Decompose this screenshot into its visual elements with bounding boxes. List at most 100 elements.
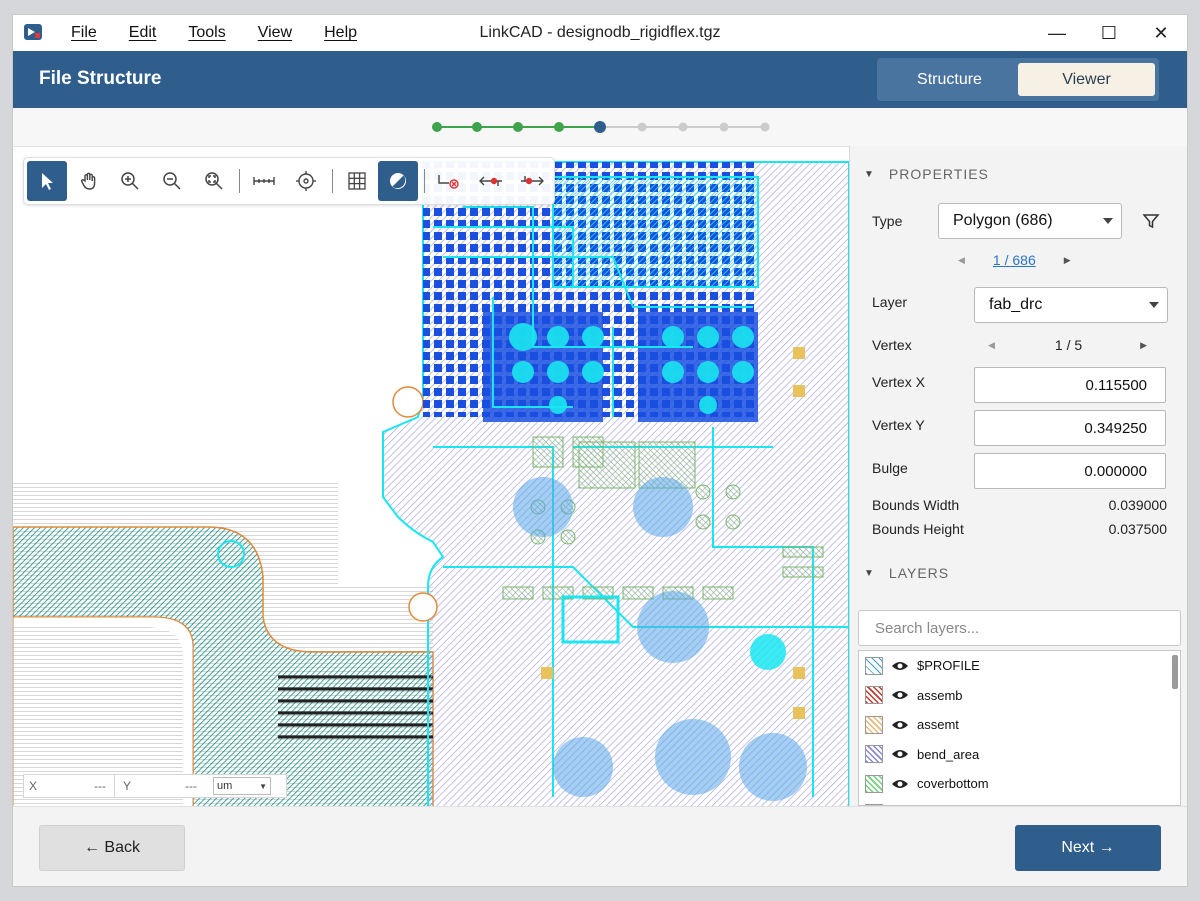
layer-select-value: fab_drc — [989, 296, 1043, 313]
step-dot-7 — [678, 122, 688, 132]
type-select[interactable]: Polygon (686) — [938, 203, 1122, 239]
eye-icon[interactable] — [891, 778, 909, 790]
layer-swatch — [865, 686, 883, 705]
menu-view[interactable]: View — [258, 24, 292, 42]
vertex-y-label: Vertex Y — [872, 417, 925, 433]
layer-name: assemt — [917, 717, 959, 733]
layers-section-header[interactable]: ▼ LAYERS — [864, 565, 949, 581]
trace-back-icon[interactable] — [471, 161, 511, 201]
next-element-icon[interactable]: ▶ — [1064, 255, 1071, 266]
clear-connection-icon[interactable] — [429, 161, 469, 201]
layer-row[interactable]: bend_area — [859, 740, 1180, 770]
fill-contrast-icon[interactable] — [378, 161, 419, 201]
footer-bar: ← Back Next → — [13, 806, 1187, 886]
cyan-test-point — [750, 634, 786, 670]
bounds-width-label: Bounds Width — [872, 497, 960, 513]
layer-row[interactable]: $PROFILE — [859, 651, 1180, 681]
step-dot-current — [594, 121, 606, 133]
step-dot-2 — [472, 122, 482, 132]
tab-viewer[interactable]: Viewer — [1018, 63, 1155, 96]
pcb-viewer-canvas[interactable]: X --- Y --- um ▼ — [13, 146, 849, 806]
zoom-out-icon[interactable] — [152, 161, 192, 201]
target-crosshair-icon[interactable] — [286, 161, 326, 201]
bounds-height-value: 0.037500 — [1108, 521, 1167, 537]
menu-tools[interactable]: Tools — [188, 24, 225, 42]
layer-row[interactable]: coverbottom — [859, 769, 1180, 799]
collapse-triangle-icon: ▼ — [864, 168, 875, 180]
back-button[interactable]: ← Back — [39, 825, 185, 871]
y-coord-value: --- — [185, 779, 197, 793]
chevron-down-icon — [1149, 302, 1159, 308]
zoom-in-icon[interactable] — [110, 161, 150, 201]
element-pager: ◀ 1 / 686 ▶ — [958, 252, 1071, 268]
pcb-drawing — [13, 161, 849, 806]
next-vertex-icon[interactable]: ▶ — [1140, 340, 1147, 351]
app-logo-icon — [24, 24, 42, 40]
vertex-x-input[interactable]: 0.115500 — [974, 367, 1166, 403]
page-title: File Structure — [39, 68, 162, 89]
next-button[interactable]: Next → — [1015, 825, 1161, 871]
layer-label: Layer — [872, 294, 908, 310]
view-switch: Structure Viewer — [877, 58, 1159, 101]
close-button[interactable]: ✕ — [1135, 15, 1187, 51]
mount-hole-top — [392, 386, 424, 418]
unit-value: um — [217, 780, 233, 792]
app-window: File Edit Tools View Help LinkCAD - desi… — [12, 14, 1188, 887]
maximize-button[interactable]: ☐ — [1083, 15, 1135, 51]
type-label: Type — [872, 213, 903, 229]
zoom-fit-icon[interactable] — [194, 161, 234, 201]
title-bar: File Edit Tools View Help LinkCAD - desi… — [13, 15, 1187, 51]
eye-icon[interactable] — [891, 689, 909, 701]
x-coord-value: --- — [94, 779, 106, 793]
layer-row[interactable] — [859, 799, 1180, 805]
eye-icon[interactable] — [891, 748, 909, 760]
bulge-input[interactable]: 0.000000 — [974, 453, 1166, 489]
layer-name: assemb — [917, 687, 963, 703]
trace-forward-icon[interactable] — [512, 161, 552, 201]
layer-name: $PROFILE — [917, 658, 980, 674]
bulge-label: Bulge — [872, 460, 908, 476]
layer-select[interactable]: fab_drc — [974, 287, 1168, 323]
properties-section-header[interactable]: ▼ PROPERTIES — [864, 166, 989, 182]
vertex-x-label: Vertex X — [872, 374, 925, 390]
coordinate-readout: X --- Y --- um ▼ — [23, 774, 287, 798]
chevron-down-icon: ▼ — [259, 781, 267, 791]
step-progress — [13, 108, 1187, 146]
page-header: File Structure Structure Viewer — [13, 51, 1187, 108]
y-coord-label: Y — [123, 779, 132, 793]
step-dot-6 — [637, 122, 647, 132]
select-arrow-icon[interactable] — [27, 161, 67, 201]
layer-list-scrollbar[interactable] — [1172, 655, 1178, 689]
eye-icon[interactable] — [891, 719, 909, 731]
layer-swatch — [865, 656, 883, 675]
chevron-down-icon — [1103, 218, 1113, 224]
grid-icon[interactable] — [337, 161, 377, 201]
viewer-toolbar — [23, 157, 555, 205]
pan-hand-icon[interactable] — [69, 161, 109, 201]
bounds-width-value: 0.039000 — [1108, 497, 1167, 513]
search-layers-input[interactable]: Search layers... — [858, 610, 1181, 646]
minimize-button[interactable]: — — [1031, 15, 1083, 51]
prev-element-icon[interactable]: ◀ — [958, 255, 965, 266]
element-pager-link[interactable]: 1 / 686 — [993, 252, 1036, 268]
unit-select[interactable]: um ▼ — [213, 777, 271, 795]
layer-name: coverbottom — [917, 776, 989, 792]
filter-icon[interactable] — [1142, 212, 1160, 230]
menu-help[interactable]: Help — [324, 24, 357, 42]
eye-icon[interactable] — [891, 660, 909, 672]
menu-edit[interactable]: Edit — [129, 24, 157, 42]
tab-structure[interactable]: Structure — [881, 63, 1018, 96]
layer-row[interactable]: assemb — [859, 681, 1180, 711]
prev-vertex-icon[interactable]: ◀ — [988, 340, 995, 351]
toolbar-separator — [424, 169, 425, 193]
menu-file[interactable]: File — [71, 24, 97, 42]
properties-panel: ▼ PROPERTIES Type Polygon (686) ◀ 1 / 68… — [849, 146, 1187, 806]
type-select-value: Polygon (686) — [953, 212, 1053, 229]
layer-row[interactable]: assemt — [859, 710, 1180, 740]
measure-ruler-icon[interactable] — [244, 161, 284, 201]
step-dot-4 — [554, 122, 564, 132]
layer-list[interactable]: $PROFILE assemb assemt bend_area coverbo — [858, 650, 1181, 806]
vertex-y-input[interactable]: 0.349250 — [974, 410, 1166, 446]
toolbar-separator — [239, 169, 241, 193]
toolbar-separator — [331, 169, 333, 193]
